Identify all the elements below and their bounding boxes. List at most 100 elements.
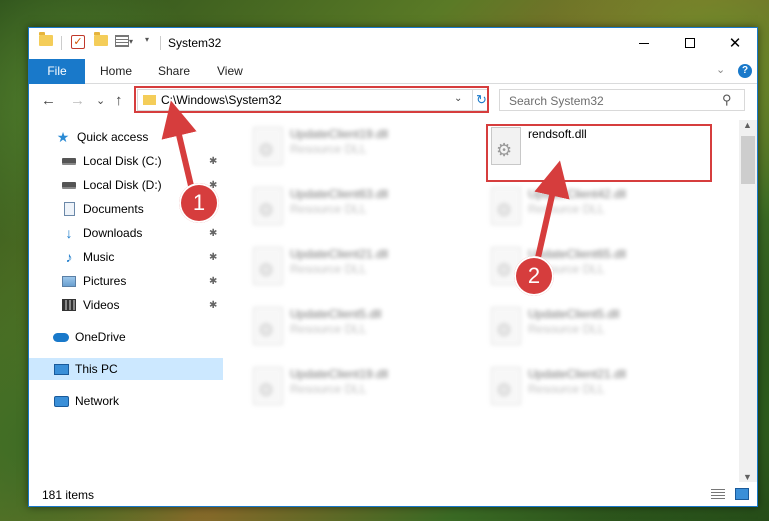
scrollbar-thumb[interactable] (741, 136, 755, 184)
forward-arrow-icon[interactable]: → (70, 92, 85, 109)
disk-icon (61, 178, 77, 192)
disk-icon (61, 154, 77, 168)
star-icon: ★ (56, 128, 70, 145)
file-item[interactable]: UpdateClient19.dll Resource DLL (245, 120, 475, 176)
file-type: Resource DLL (290, 142, 367, 156)
close-button[interactable]: ✕ (712, 28, 758, 58)
tab-file[interactable]: File (29, 59, 85, 84)
sidebar-item-label: Local Disk (D:) (83, 178, 162, 192)
search-placeholder[interactable]: Search System32 (509, 94, 604, 108)
sidebar-item-label: OneDrive (75, 330, 126, 344)
music-icon: ♪ (65, 249, 73, 265)
file-item[interactable]: UpdateClient21.dll Resource DLL (483, 360, 713, 416)
sidebar-item-downloads[interactable]: ↓ Downloads ✱ (29, 222, 223, 244)
status-bar: 181 items (29, 484, 757, 506)
item-count: 181 items (42, 488, 95, 502)
ribbon-tabs: File Home Share View ⌄ ? (29, 59, 757, 84)
up-arrow-icon[interactable]: ↑ (115, 92, 123, 109)
tab-share[interactable]: Share (158, 59, 190, 84)
expand-ribbon-icon[interactable]: ⌄ (716, 63, 725, 76)
sidebar-item-network[interactable]: Network (29, 390, 223, 412)
dll-file-icon (253, 247, 283, 285)
step-2-badge: 2 (514, 256, 554, 296)
cloud-icon (53, 330, 69, 344)
tab-home[interactable]: Home (100, 59, 132, 84)
step-1-badge: 1 (179, 183, 219, 223)
file-type: Resource DLL (528, 202, 605, 216)
file-item[interactable]: UpdateClient42.dll Resource DLL (483, 180, 713, 236)
pin-icon[interactable]: ✱ (209, 156, 217, 167)
file-name: UpdateClient19.dll (290, 367, 389, 381)
dll-file-icon (491, 307, 521, 345)
dll-file-icon (253, 127, 283, 165)
sidebar-item-pictures[interactable]: Pictures ✱ (29, 270, 223, 292)
sidebar-item-videos[interactable]: Videos ✱ (29, 294, 223, 316)
pin-icon[interactable]: ✱ (209, 300, 217, 311)
search-icon[interactable]: ⚲ (722, 92, 732, 108)
scroll-up-icon[interactable]: ▲ (743, 120, 752, 130)
chevron-down-icon[interactable]: ▾ (145, 35, 149, 44)
document-icon (61, 202, 77, 216)
sidebar-item-music[interactable]: ♪ Music ✱ (29, 246, 223, 268)
search-input[interactable]: Search System32 ⚲ (499, 89, 745, 111)
minimize-button[interactable] (621, 28, 667, 58)
file-type: Resource DLL (290, 322, 367, 336)
properties-check-icon[interactable]: ✓ (71, 35, 85, 49)
vertical-scrollbar[interactable]: ▲ ▼ (739, 120, 757, 482)
properties-dropdown-icon[interactable]: ▾ (129, 37, 133, 46)
file-name: UpdateClient5.dll (290, 307, 382, 321)
pin-icon[interactable]: ✱ (209, 252, 217, 263)
toolbar-separator (61, 36, 62, 50)
sidebar-item-label: This PC (75, 362, 118, 376)
help-icon[interactable]: ? (738, 64, 752, 78)
maximize-icon (685, 38, 695, 48)
file-name: UpdateClient63.dll (290, 187, 389, 201)
sidebar-item-label: Pictures (83, 274, 127, 288)
file-type: Resource DLL (528, 382, 605, 396)
pictures-icon (61, 274, 77, 288)
sidebar-item-label: Local Disk (C:) (83, 154, 162, 168)
file-name: UpdateClient19.dll (290, 127, 389, 141)
sidebar-item-label: Documents (83, 202, 144, 216)
file-name: UpdateClient5.dll (528, 307, 620, 321)
new-folder-icon[interactable] (94, 32, 108, 46)
network-icon (53, 394, 69, 408)
file-item[interactable]: UpdateClient5.dll Resource DLL (245, 300, 475, 356)
scroll-down-icon[interactable]: ▼ (743, 472, 752, 482)
file-item[interactable]: UpdateClient63.dll Resource DLL (245, 180, 475, 236)
download-icon: ↓ (65, 225, 73, 241)
pin-icon[interactable]: ✱ (209, 276, 217, 287)
sidebar-item-label: Quick access (77, 130, 149, 144)
dll-file-icon (253, 307, 283, 345)
sidebar-item-onedrive[interactable]: OneDrive (29, 326, 223, 348)
details-view-icon[interactable] (711, 489, 725, 500)
close-icon: ✕ (728, 35, 742, 52)
large-icons-view-icon[interactable] (735, 488, 749, 500)
back-arrow-icon[interactable]: ← (41, 92, 56, 109)
sidebar-item-this-pc[interactable]: This PC (29, 358, 223, 380)
sidebar-item-local-disk-c[interactable]: Local Disk (C:) ✱ (29, 150, 223, 172)
sidebar-item-quick-access[interactable]: ★ Quick access (29, 126, 223, 148)
title-bar: ✓ ▾ ▾ System32 ✕ (29, 28, 757, 59)
maximize-button[interactable] (667, 28, 713, 58)
sidebar-item-label: Music (83, 250, 115, 264)
tab-view[interactable]: View (217, 59, 243, 84)
customize-toolbar-button[interactable]: ▾ (145, 35, 149, 44)
sidebar-item-label: Videos (83, 298, 120, 312)
dll-file-icon (491, 187, 521, 225)
videos-icon (61, 298, 77, 312)
file-item[interactable]: UpdateClient19.dll Resource DLL (245, 360, 475, 416)
window-title: System32 (168, 36, 222, 50)
file-type: Resource DLL (290, 382, 367, 396)
folder-icon (39, 32, 53, 46)
title-separator (160, 36, 161, 50)
dll-file-icon (253, 187, 283, 225)
file-type: Resource DLL (290, 262, 367, 276)
properties-icon[interactable]: ▾ (115, 35, 133, 47)
pin-icon[interactable]: ✱ (209, 228, 217, 239)
file-name: UpdateClient42.dll (528, 187, 627, 201)
recent-locations-icon[interactable]: ⌄ (96, 94, 105, 107)
file-item[interactable]: UpdateClient5.dll Resource DLL (483, 300, 713, 356)
file-type: Resource DLL (528, 322, 605, 336)
file-item[interactable]: UpdateClient21.dll Resource DLL (245, 240, 475, 296)
